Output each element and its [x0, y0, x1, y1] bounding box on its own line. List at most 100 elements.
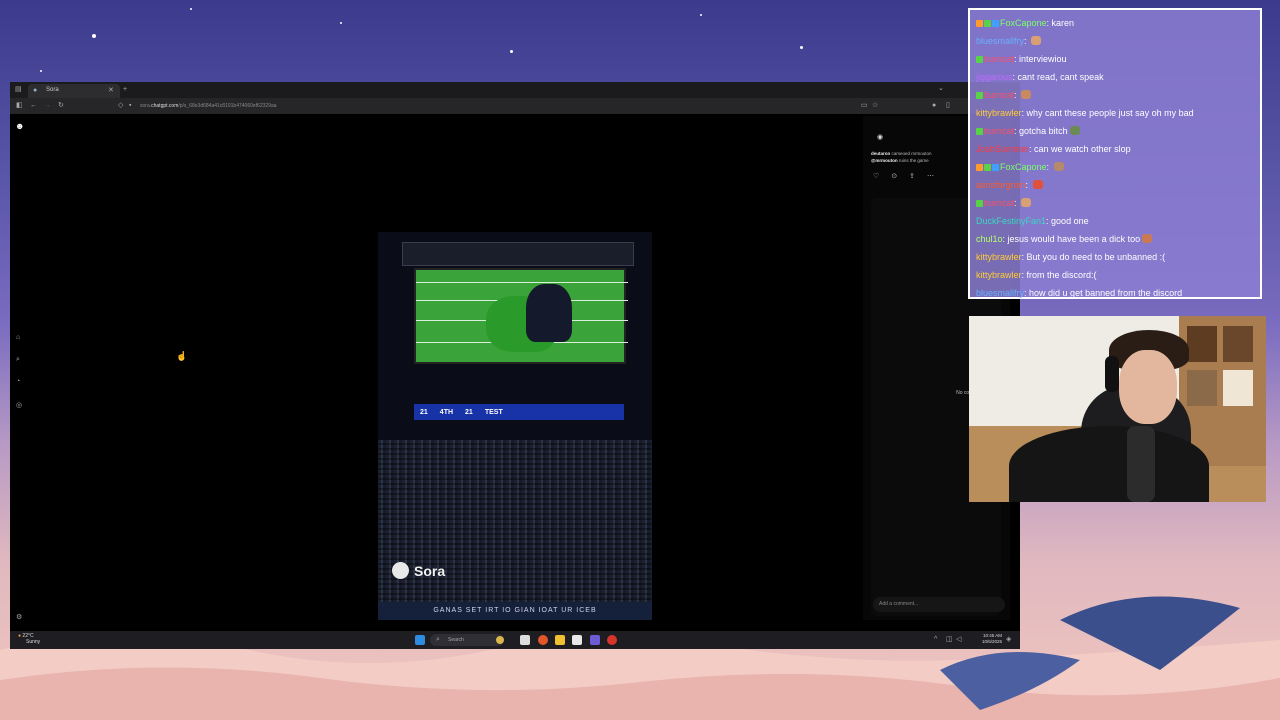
- author-name[interactable]: deutaron: [871, 151, 890, 156]
- weather-text: Sunny: [26, 639, 41, 645]
- shield-icon[interactable]: ◇: [118, 102, 123, 110]
- caption-user[interactable]: @mrmouton: [871, 158, 898, 163]
- shelf-cube: [1223, 370, 1253, 406]
- sidebar-toggle-icon[interactable]: ◧: [16, 102, 23, 110]
- chat-emote-icon: [1021, 198, 1032, 207]
- network-icon[interactable]: ◫: [946, 636, 953, 644]
- tab-bar: ▤ ● Sora ✕ + ⌄: [10, 82, 1020, 98]
- star-icon[interactable]: ☆: [872, 102, 878, 110]
- chevron-down-icon[interactable]: ⌄: [938, 85, 944, 93]
- chat-username[interactable]: FoxCapone: [1000, 18, 1047, 28]
- chat-badge-icon: [976, 92, 983, 99]
- taskbar-clock[interactable]: 10:45 AM 10/6/2025: [982, 633, 1002, 645]
- start-icon[interactable]: [415, 635, 425, 645]
- notification-icon[interactable]: ◈: [1006, 636, 1011, 644]
- bell-icon[interactable]: ◔: [16, 378, 20, 386]
- chat-message: FoxCapone:: [976, 158, 1254, 176]
- home-icon[interactable]: ⌂: [16, 334, 20, 342]
- watermark-text: Sora: [414, 562, 446, 579]
- chat-username[interactable]: aimsforgroin: [976, 180, 1026, 190]
- chat-username[interactable]: bluesmallfry: [976, 288, 1024, 298]
- video-player[interactable]: 21 4TH 21 TEST Sora GANAS SET IRT IO GIA…: [378, 232, 652, 620]
- reload-icon[interactable]: ↻: [58, 102, 64, 110]
- bookmark-icon[interactable]: ▯: [946, 102, 950, 110]
- back-arrow-icon[interactable]: ←: [30, 102, 37, 110]
- volume-icon[interactable]: ◁: [956, 636, 961, 644]
- forward-arrow-icon[interactable]: →: [44, 102, 51, 110]
- reader-icon[interactable]: ▭: [861, 102, 868, 110]
- chat-username[interactable]: DuckFestinyFan1: [976, 216, 1046, 226]
- close-icon[interactable]: ✕: [108, 87, 114, 95]
- profile-icon[interactable]: ◎: [16, 402, 22, 410]
- chat-message: bluesmallfry: how did u get banned from …: [976, 284, 1254, 302]
- chat-separator: :: [1025, 180, 1031, 190]
- chat-username[interactable]: chul1o: [976, 234, 1003, 244]
- chat-username[interactable]: JoshSummer: [976, 144, 1029, 154]
- lock-icon[interactable]: ▪: [129, 102, 131, 110]
- heart-icon[interactable]: ♡: [873, 172, 879, 180]
- chat-message: burncat: gotcha bitch: [976, 122, 1254, 140]
- url-domain: chatgpt.com: [151, 103, 179, 109]
- chat-badge-icon: [976, 200, 983, 207]
- chat-username[interactable]: FoxCapone: [1000, 162, 1047, 172]
- url-field[interactable]: sora.chatgpt.com/p/s_68e3d684a41c8191b47…: [140, 101, 860, 111]
- chat-badge-icon: [984, 20, 991, 27]
- chat-badge-icon: [992, 20, 999, 27]
- chat-message: kittybrawler: But you do need to be unba…: [976, 248, 1254, 266]
- firefox-icon[interactable]: [538, 635, 548, 645]
- stadium-banner: GANAS SET IRT IO GIAN IOAT UR ICEB: [378, 602, 652, 620]
- extension-icon[interactable]: ●: [932, 102, 936, 110]
- chat-username[interactable]: bluesmallfry: [976, 36, 1024, 46]
- search-icon[interactable]: ⌕: [16, 356, 20, 364]
- store-icon[interactable]: [572, 635, 582, 645]
- sora-logo-icon[interactable]: ☻: [15, 122, 24, 131]
- chat-message: chul1o: jesus would have been a dick too: [976, 230, 1254, 248]
- shelf-cube: [1187, 326, 1217, 362]
- tab-title: Sora: [46, 87, 59, 93]
- obs-icon[interactable]: [607, 635, 617, 645]
- chat-message: bluesmallfry:: [976, 32, 1254, 50]
- settings-icon[interactable]: ⚙: [16, 614, 22, 622]
- chat-username[interactable]: kittybrawler: [976, 252, 1022, 262]
- jumbotron-video: [414, 268, 628, 364]
- stadium-screen-frame: [402, 242, 634, 266]
- chat-username[interactable]: burncat: [984, 198, 1014, 208]
- tab-sora[interactable]: ● Sora ✕: [28, 84, 120, 98]
- chat-message: burncat:: [976, 194, 1254, 212]
- chat-separator: :: [1014, 198, 1020, 208]
- chat-emote-icon: [1053, 162, 1064, 171]
- chat-text: karen: [1051, 18, 1075, 28]
- chat-separator: :: [1046, 162, 1052, 172]
- tray-chevron-icon[interactable]: ^: [934, 636, 937, 644]
- discord-icon[interactable]: [590, 635, 600, 645]
- chat-username[interactable]: burncat: [984, 126, 1014, 136]
- chat-username[interactable]: jiggarous: [976, 72, 1013, 82]
- chat-badge-icon: [984, 164, 991, 171]
- chat-text: gotcha bitch: [1019, 126, 1068, 136]
- shelf-cube: [1223, 326, 1253, 362]
- avatar[interactable]: ◉: [877, 134, 883, 142]
- chat-message: JoshSummer: can we watch other slop: [976, 140, 1254, 158]
- sora-favicon-icon: ●: [33, 87, 38, 94]
- task-view-icon[interactable]: [520, 635, 530, 645]
- chat-username[interactable]: burncat: [984, 54, 1014, 64]
- new-tab-icon[interactable]: +: [123, 86, 127, 94]
- taskbar-search[interactable]: ⌕ Search: [430, 634, 504, 646]
- weather-widget[interactable]: ● 22°C Sunny: [18, 633, 40, 645]
- chat-text: from the discord:(: [1026, 270, 1097, 280]
- chat-message: aimsforgroin:: [976, 176, 1254, 194]
- chat-username[interactable]: burncat: [984, 90, 1014, 100]
- more-icon[interactable]: ⋯: [927, 172, 934, 180]
- folder-icon[interactable]: [555, 635, 565, 645]
- share-icon[interactable]: ⇪: [909, 172, 915, 180]
- chat-username[interactable]: kittybrawler: [976, 270, 1022, 280]
- chat-emote-icon: [1021, 90, 1032, 99]
- add-comment-input[interactable]: Add a comment...: [873, 597, 1005, 612]
- browser-menu-icon[interactable]: ▤: [15, 86, 22, 94]
- chat-username[interactable]: kittybrawler: [976, 108, 1022, 118]
- cameo-text: cameoed mrmouton: [891, 151, 932, 156]
- chat-text: good one: [1051, 216, 1089, 226]
- remix-icon[interactable]: ⊙: [891, 172, 897, 180]
- chat-message: burncat: interviewiou: [976, 50, 1254, 68]
- score-away: 21: [465, 408, 473, 416]
